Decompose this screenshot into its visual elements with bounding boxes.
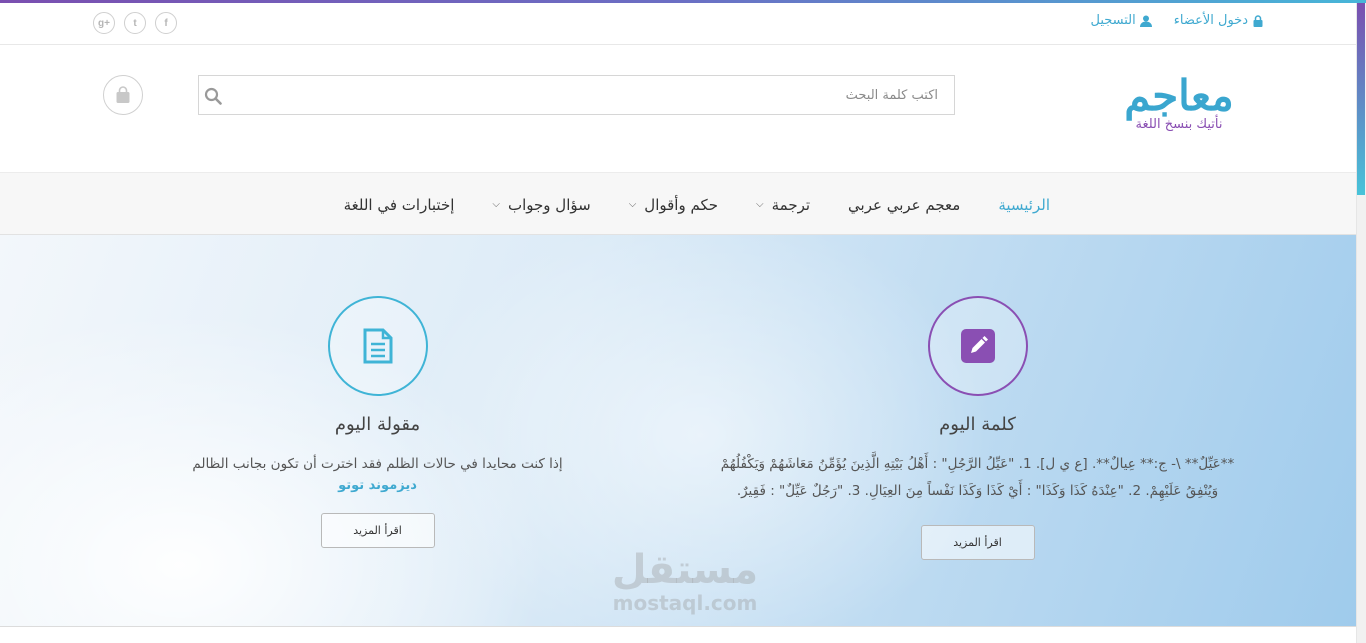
facebook-icon[interactable]: f xyxy=(155,12,177,34)
cart-button[interactable] xyxy=(103,75,143,115)
quote-of-day-read-more-button[interactable]: اقرأ المزيد xyxy=(320,513,435,548)
chevron-down-icon: ⌵ xyxy=(628,199,637,210)
nav-item-quotes[interactable]: حكم وأقوال ⌵ xyxy=(629,196,718,214)
twitter-icon[interactable]: t xyxy=(124,12,146,34)
quote-of-day-card: مقولة اليوم إذا كنت محايدا في حالات الظل… xyxy=(170,235,585,548)
watermark-latin: mostaql.com xyxy=(612,591,758,615)
nav-item-label: ترجمة xyxy=(771,195,811,214)
nav-item-home[interactable]: الرئيسية xyxy=(998,196,1050,214)
nav-item-qa[interactable]: سؤال وجواب ⌵ xyxy=(492,196,590,214)
site-header: معاجم نأتيك بنسخ اللغة xyxy=(0,45,1356,172)
word-of-day-line: وَيُنْفِقُ عَلَيْهِمْ. 2. "عِنْدَهُ كَذَ… xyxy=(736,483,1219,499)
watermark-arabic: مستقل xyxy=(611,547,759,593)
site-logo[interactable]: معاجم نأتيك بنسخ اللغة xyxy=(1104,73,1254,143)
nav-item-translation[interactable]: ترجمة ⌵ xyxy=(756,196,810,214)
nav-item-label: الرئيسية xyxy=(998,195,1050,214)
chevron-down-icon: ⌵ xyxy=(756,199,764,210)
nav-item-label: إختبارات في اللغة xyxy=(343,195,455,214)
register-label: التسجيل xyxy=(1090,13,1136,28)
user-icon xyxy=(1139,15,1152,27)
word-of-day-read-more-button[interactable]: اقرأ المزيد xyxy=(920,525,1035,560)
nav-item-label: معجم عربي عربي xyxy=(848,195,961,214)
top-bar: التسجيل دخول الأعضاء g+ t f xyxy=(0,3,1356,45)
word-of-day-icon-circle xyxy=(927,296,1028,396)
nav-item-label: حكم وأقوال xyxy=(644,195,719,214)
edit-icon xyxy=(960,329,995,363)
register-link[interactable]: التسجيل xyxy=(1090,13,1152,28)
word-of-day-text: **عَيِّلٌ** \- ج:** عِيالٌ**. [ع ي ل]. 1… xyxy=(690,451,1265,505)
shopping-bag-icon xyxy=(116,86,130,103)
login-link[interactable]: دخول الأعضاء xyxy=(1174,13,1264,28)
nav-item-arabic-dictionary[interactable]: معجم عربي عربي xyxy=(848,196,960,214)
quote-author-link[interactable]: ديزموند توتو xyxy=(170,478,585,493)
google-plus-icon[interactable]: g+ xyxy=(93,12,115,34)
watermark: مستقل mostaql.com xyxy=(590,548,780,614)
search-input[interactable] xyxy=(199,76,954,114)
search-icon[interactable] xyxy=(204,87,222,105)
chevron-down-icon: ⌵ xyxy=(492,199,500,210)
nav-item-label: سؤال وجواب xyxy=(507,195,591,214)
document-icon xyxy=(363,328,392,364)
social-links: g+ t f xyxy=(93,12,177,34)
quote-of-day-icon-circle xyxy=(327,296,428,396)
nav-item-tests[interactable]: إختبارات في اللغة xyxy=(344,196,455,214)
nav-items: الرئيسية معجم عربي عربي ترجمة ⌵ حكم وأقو… xyxy=(306,173,1050,236)
login-label: دخول الأعضاء xyxy=(1173,13,1248,28)
account-links: التسجيل دخول الأعضاء xyxy=(1090,13,1264,28)
word-of-day-line: **عَيِّلٌ** \- ج:** عِيالٌ**. [ع ي ل]. 1… xyxy=(720,456,1235,472)
search-box xyxy=(198,75,955,115)
quote-of-day-title: مقولة اليوم xyxy=(334,414,421,435)
word-of-day-title: كلمة اليوم xyxy=(939,414,1016,435)
scrollbar[interactable] xyxy=(1356,3,1366,643)
scrollbar-thumb[interactable] xyxy=(1357,3,1365,195)
word-of-day-card: كلمة اليوم **عَيِّلٌ** \- ج:** عِيالٌ**.… xyxy=(690,235,1265,560)
quote-of-day-text: إذا كنت محايدا في حالات الظلم فقد اخترت … xyxy=(192,456,563,472)
logo-text: معاجم xyxy=(1124,71,1234,120)
lock-icon xyxy=(1253,14,1263,27)
main-nav: الرئيسية معجم عربي عربي ترجمة ⌵ حكم وأقو… xyxy=(0,172,1356,235)
